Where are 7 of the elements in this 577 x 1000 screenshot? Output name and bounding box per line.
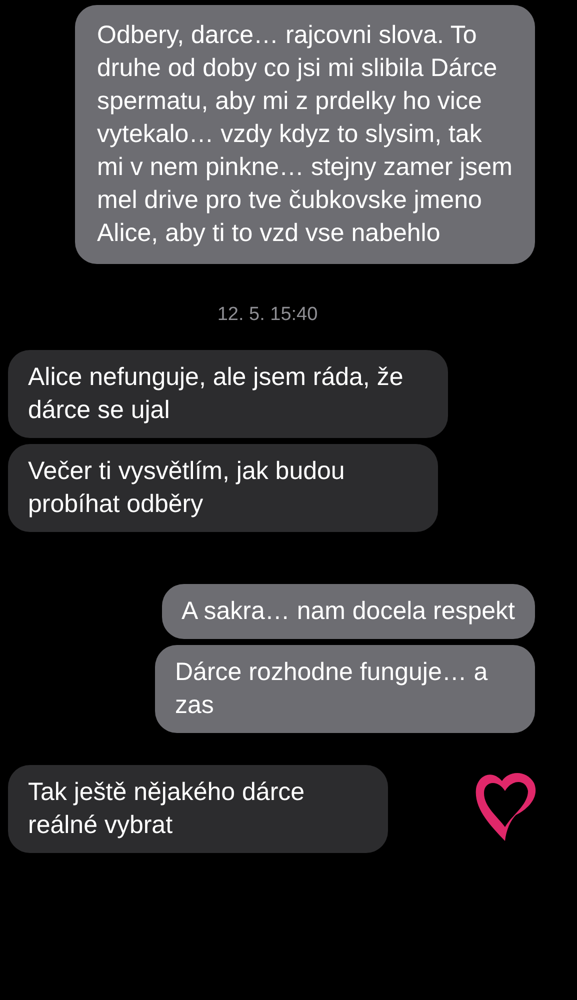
received-message: Tak ještě nějakého dárce reálné vybrat [8, 765, 388, 853]
sent-message: Odbery, darce… rajcovni slova. To druhe od doby co jsi mi slibila Dárce spermatu, aby mi z prdelky ho vice vytekalo… vzdy kdyz to slysim, tak mi v nem pinkne… stejny zamer jsem mel drive pro tve čubkovske jmeno Alice, aby ti to vzd vse nabehlo [75, 5, 535, 264]
timestamp: 12. 5. 15:40 [217, 304, 318, 326]
received-message: Večer ti vysvětlím, jak budou probíhat odběry [8, 444, 438, 532]
sent-message: A sakra… nam docela respekt [162, 584, 535, 639]
sent-message: Dárce rozhodne funguje… a zas [155, 645, 535, 733]
received-message: Alice nefunguje, ale jsem ráda, že dárce se ujal [8, 350, 448, 438]
